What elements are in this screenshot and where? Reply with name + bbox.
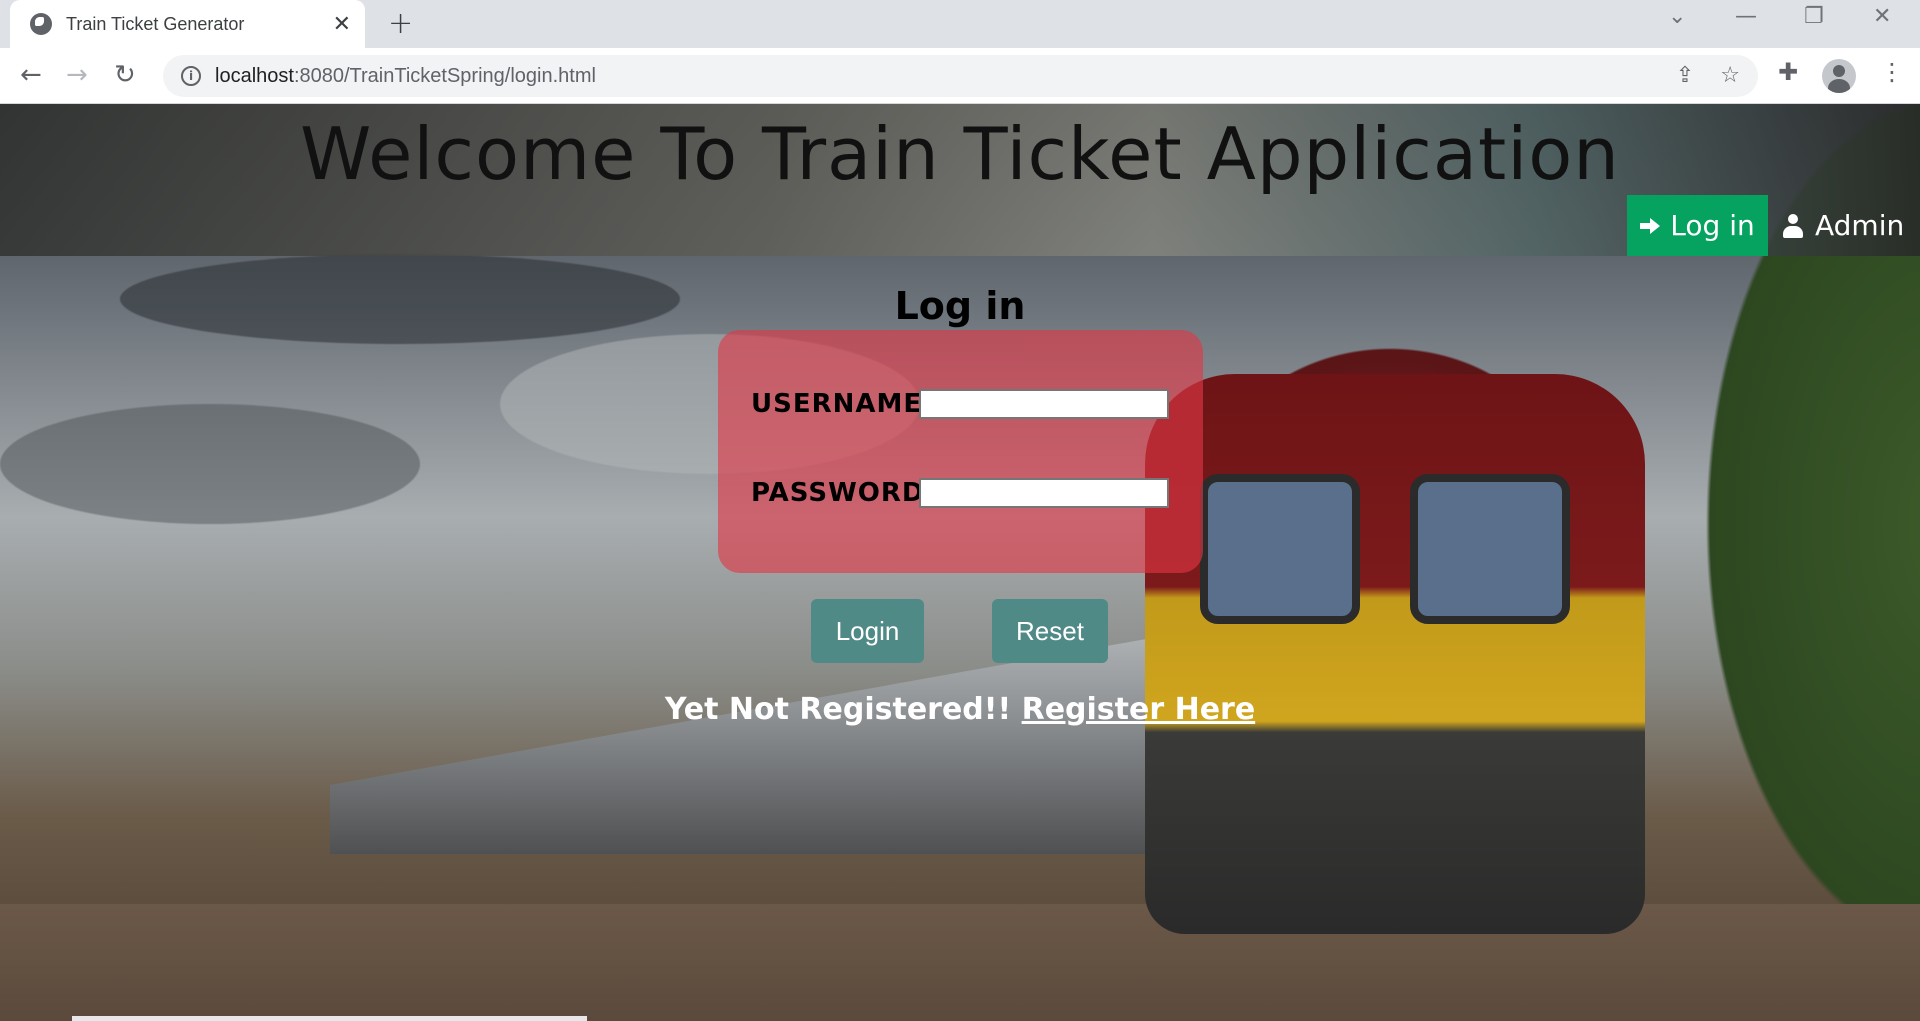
tab-search-icon[interactable]: ⌄ [1668, 4, 1686, 29]
address-bar[interactable]: i localhost:8080/TrainTicketSpring/login… [163, 55, 1758, 97]
login-heading: Log in [894, 284, 1026, 328]
login-button[interactable]: Login [811, 599, 924, 663]
back-icon[interactable]: ← [20, 60, 42, 90]
password-label: PASSWORD: [751, 478, 936, 508]
extensions-icon[interactable]: ✚ [1778, 58, 1798, 86]
username-input[interactable] [919, 389, 1169, 419]
page-title: Welcome To Train Ticket Application [300, 112, 1620, 196]
nav-login-label: Log in [1670, 209, 1755, 242]
tab-title: Train Ticket Generator [66, 13, 245, 34]
browser-toolbar: ← → ↻ i localhost:8080/TrainTicketSpring… [0, 48, 1920, 104]
new-tab-button[interactable]: + [388, 6, 413, 41]
sign-in-icon [1640, 215, 1664, 237]
tab-strip: Train Ticket Generator ✕ + ⌄ — ❐ ✕ [0, 0, 1920, 48]
register-prompt-text: Yet Not Registered!! [664, 692, 1022, 727]
username-label: USERNAME: [751, 389, 934, 419]
register-prompt: Yet Not Registered!! Register Here [0, 692, 1920, 727]
browser-tab[interactable]: Train Ticket Generator ✕ [10, 0, 365, 48]
restore-button[interactable]: ❐ [1804, 4, 1824, 29]
menu-icon[interactable]: ⋮ [1880, 58, 1904, 86]
reset-button[interactable]: Reset [992, 599, 1108, 663]
bookmark-star-icon[interactable]: ☆ [1720, 63, 1740, 88]
page-viewport: Welcome To Train Ticket Application Log … [0, 104, 1920, 1021]
register-link[interactable]: Register Here [1022, 692, 1256, 727]
minimize-button[interactable]: — [1735, 4, 1757, 29]
profile-avatar-icon[interactable] [1822, 59, 1856, 93]
forward-icon[interactable]: → [66, 60, 88, 90]
window-close-button[interactable]: ✕ [1873, 4, 1891, 29]
user-icon [1783, 213, 1803, 238]
horizontal-scrollbar[interactable] [72, 1016, 587, 1021]
info-icon[interactable]: i [181, 66, 201, 86]
globe-icon [30, 13, 52, 35]
nav-admin-link[interactable]: Admin [1783, 195, 1904, 256]
tab-close-icon[interactable]: ✕ [333, 12, 351, 37]
login-form-panel [718, 330, 1203, 573]
nav-admin-label: Admin [1815, 209, 1905, 242]
nav-login-button[interactable]: Log in [1627, 195, 1768, 256]
url-text[interactable]: localhost:8080/TrainTicketSpring/login.h… [215, 65, 596, 88]
share-icon[interactable]: ⇪ [1676, 63, 1694, 88]
reload-icon[interactable]: ↻ [114, 60, 136, 90]
password-input[interactable] [919, 478, 1169, 508]
